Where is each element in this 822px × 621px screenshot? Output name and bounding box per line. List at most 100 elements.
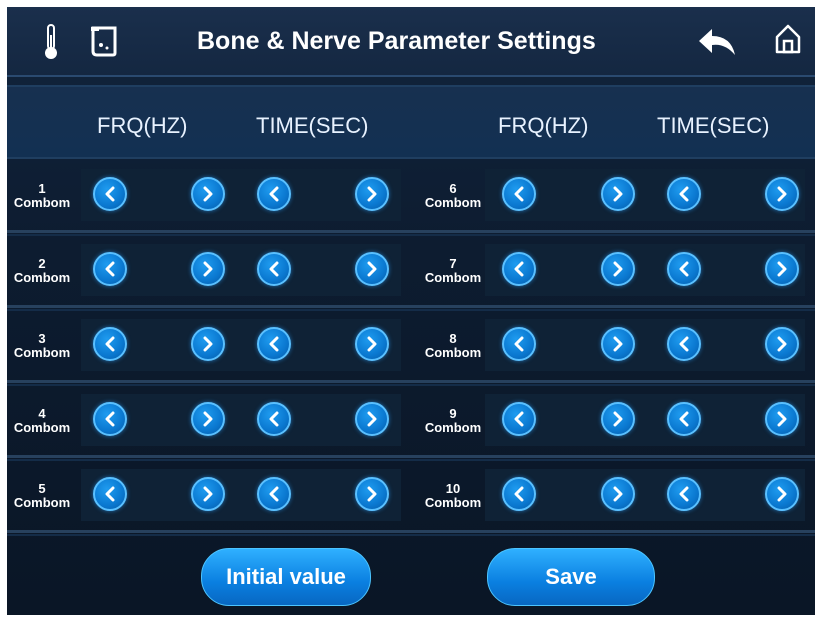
chevron-right-icon: [777, 261, 787, 277]
chevron-left-icon: [679, 486, 689, 502]
frq-increase-button[interactable]: [191, 477, 225, 511]
combo-number: 10: [445, 481, 461, 496]
combo-label: 2 Combom: [7, 257, 77, 285]
time-increase-button[interactable]: [355, 477, 389, 511]
time-decrease-button[interactable]: [257, 252, 291, 286]
combo-label: 9 Combom: [418, 407, 488, 435]
column-header-time-left: TIME(SEC): [256, 113, 369, 138]
combo-label: 5 Combom: [7, 482, 77, 510]
frq-decrease-button[interactable]: [93, 477, 127, 511]
frq-decrease-button[interactable]: [93, 402, 127, 436]
time-increase-button[interactable]: [355, 327, 389, 361]
combo-text: Combom: [424, 345, 482, 360]
time-decrease-button[interactable]: [257, 177, 291, 211]
column-header-frq-right: FRQ(HZ): [498, 113, 589, 138]
time-increase-button[interactable]: [765, 177, 799, 211]
frq-decrease-button[interactable]: [502, 477, 536, 511]
frq-increase-button[interactable]: [601, 252, 635, 286]
combo-label: 6 Combom: [418, 182, 488, 210]
chevron-left-icon: [105, 261, 115, 277]
combo-text: Combom: [13, 420, 71, 435]
back-arrow-icon[interactable]: [697, 27, 737, 62]
page-title: Bone & Nerve Parameter Settings: [197, 27, 596, 55]
value-slot: [81, 469, 401, 521]
combo-label: 4 Combom: [7, 407, 77, 435]
frq-decrease-button[interactable]: [502, 252, 536, 286]
chevron-left-icon: [269, 411, 279, 427]
combo-label: 1 Combom: [7, 182, 77, 210]
column-header-frq-left: FRQ(HZ): [97, 113, 188, 138]
chevron-left-icon: [269, 486, 279, 502]
frq-decrease-button[interactable]: [502, 402, 536, 436]
time-increase-button[interactable]: [765, 327, 799, 361]
value-slot: [81, 394, 401, 446]
time-decrease-button[interactable]: [257, 327, 291, 361]
chevron-right-icon: [203, 336, 213, 352]
combo-label: 7 Combom: [418, 257, 488, 285]
chevron-right-icon: [203, 411, 213, 427]
time-decrease-button[interactable]: [667, 402, 701, 436]
chevron-right-icon: [613, 411, 623, 427]
chevron-right-icon: [203, 186, 213, 202]
combo-number: 4: [38, 406, 46, 421]
time-increase-button[interactable]: [355, 402, 389, 436]
chevron-left-icon: [269, 336, 279, 352]
combo-number: 6: [449, 181, 457, 196]
frq-increase-button[interactable]: [191, 177, 225, 211]
frq-increase-button[interactable]: [601, 327, 635, 361]
frq-decrease-button[interactable]: [93, 327, 127, 361]
chevron-right-icon: [777, 486, 787, 502]
frq-increase-button[interactable]: [601, 477, 635, 511]
combo-text: Combom: [13, 195, 71, 210]
beaker-icon[interactable]: [89, 25, 119, 62]
combo-text: Combom: [424, 420, 482, 435]
frq-increase-button[interactable]: [601, 402, 635, 436]
time-decrease-button[interactable]: [257, 402, 291, 436]
time-decrease-button[interactable]: [667, 252, 701, 286]
chevron-left-icon: [514, 186, 524, 202]
chevron-left-icon: [514, 411, 524, 427]
frq-increase-button[interactable]: [601, 177, 635, 211]
combo-number: 9: [449, 406, 457, 421]
time-increase-button[interactable]: [765, 402, 799, 436]
frq-decrease-button[interactable]: [502, 177, 536, 211]
value-slot: [81, 244, 401, 296]
combo-text: Combom: [13, 345, 71, 360]
time-decrease-button[interactable]: [667, 177, 701, 211]
chevron-right-icon: [367, 486, 377, 502]
chevron-left-icon: [679, 261, 689, 277]
frq-increase-button[interactable]: [191, 327, 225, 361]
combo-number: 2: [38, 256, 46, 271]
chevron-right-icon: [613, 186, 623, 202]
time-increase-button[interactable]: [765, 477, 799, 511]
time-decrease-button[interactable]: [667, 477, 701, 511]
chevron-left-icon: [679, 411, 689, 427]
time-increase-button[interactable]: [355, 177, 389, 211]
top-bar: Bone & Nerve Parameter Settings: [7, 7, 815, 77]
chevron-right-icon: [777, 186, 787, 202]
thermometer-icon[interactable]: [43, 23, 59, 66]
chevron-right-icon: [613, 486, 623, 502]
value-slot: [81, 169, 401, 221]
chevron-right-icon: [777, 336, 787, 352]
combo-number: 1: [38, 181, 46, 196]
combo-number: 8: [449, 331, 457, 346]
combo-label: 3 Combom: [7, 332, 77, 360]
save-button[interactable]: Save: [487, 548, 655, 606]
chevron-left-icon: [514, 336, 524, 352]
initial-value-button[interactable]: Initial value: [201, 548, 371, 606]
frq-decrease-button[interactable]: [93, 177, 127, 211]
home-icon[interactable]: [775, 23, 801, 60]
frq-increase-button[interactable]: [191, 402, 225, 436]
time-increase-button[interactable]: [355, 252, 389, 286]
combo-text: Combom: [13, 270, 71, 285]
chevron-right-icon: [367, 186, 377, 202]
time-increase-button[interactable]: [765, 252, 799, 286]
time-decrease-button[interactable]: [667, 327, 701, 361]
frq-decrease-button[interactable]: [93, 252, 127, 286]
frq-decrease-button[interactable]: [502, 327, 536, 361]
settings-screen: Bone & Nerve Parameter Settings FRQ(HZ) …: [7, 7, 815, 615]
time-decrease-button[interactable]: [257, 477, 291, 511]
combo-number: 7: [449, 256, 457, 271]
frq-increase-button[interactable]: [191, 252, 225, 286]
